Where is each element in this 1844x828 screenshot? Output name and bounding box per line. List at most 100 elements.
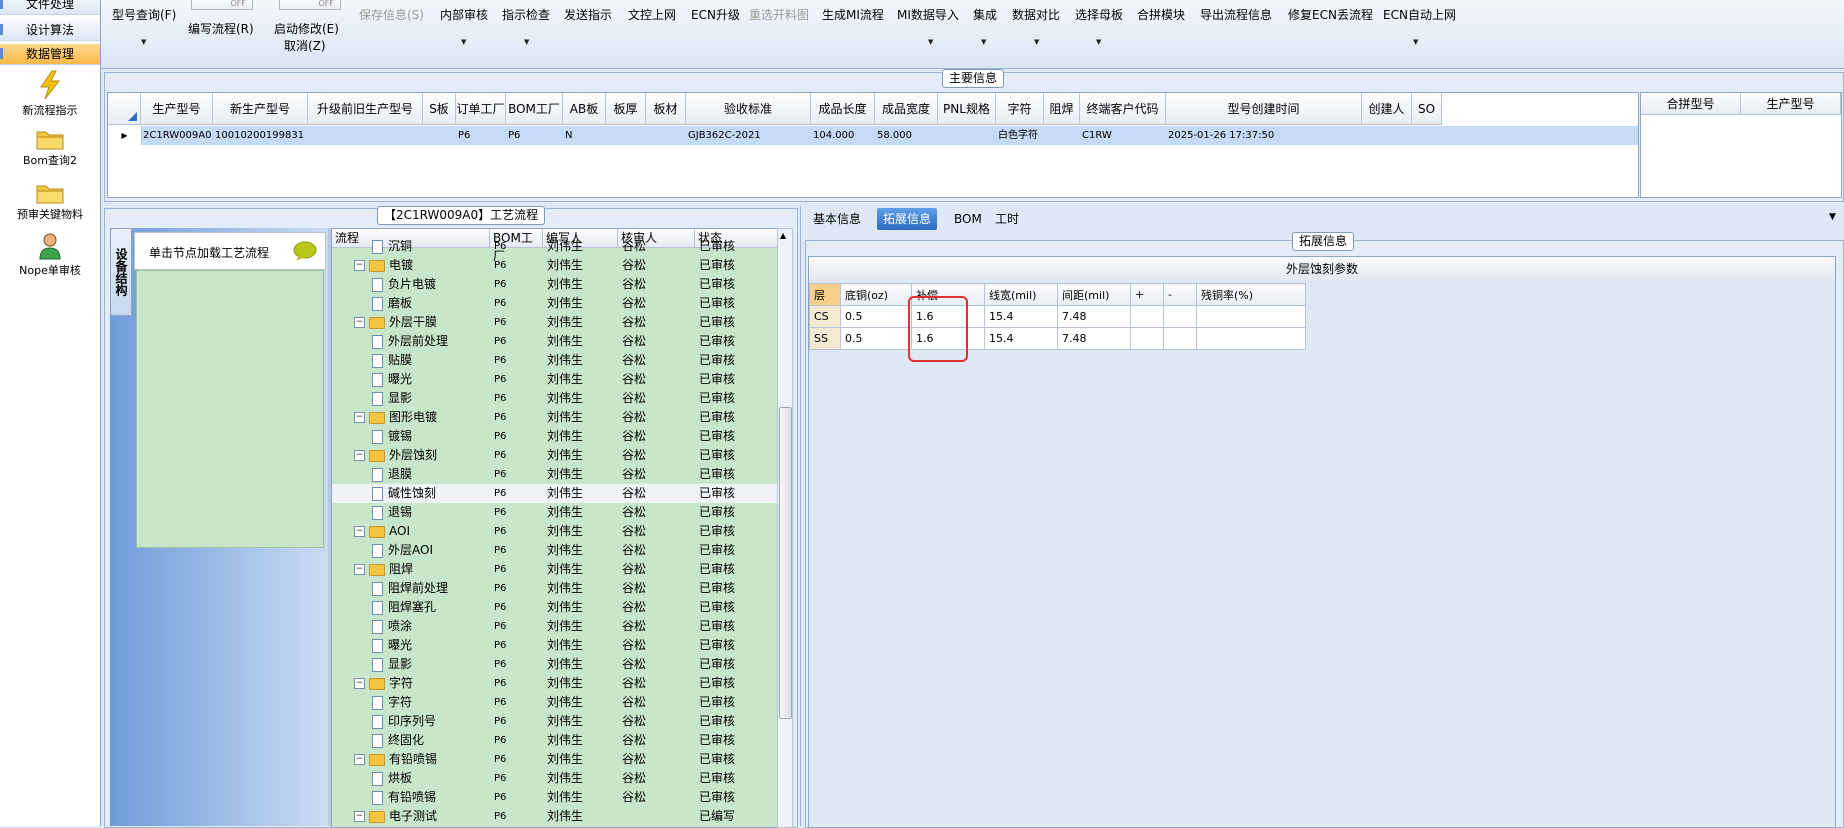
grid-column-header[interactable]: 残铜率(%): [1196, 283, 1306, 306]
reselect-cutting-button[interactable]: 重选开料图: [749, 6, 809, 23]
tree-folder-row[interactable]: − 电子测试 P6 刘伟生 已编写: [332, 807, 778, 826]
model-query-button[interactable]: 型号查询(F): [112, 6, 176, 23]
device-structure-tab[interactable]: 设备结构: [110, 228, 132, 316]
grid-column-header[interactable]: -: [1163, 283, 1197, 306]
column-header[interactable]: 阻焊: [1044, 93, 1080, 125]
chevron-down-icon[interactable]: ▼: [1413, 38, 1418, 46]
table-cell[interactable]: 58.000: [875, 126, 938, 145]
row-selector-icon[interactable]: ▶: [108, 126, 142, 145]
repair-ecn-flow-button[interactable]: 修复ECN丢流程: [1288, 6, 1373, 23]
tree-row[interactable]: 碱性蚀刻 P6 刘伟生 谷松 已审核: [332, 484, 778, 503]
tree-row[interactable]: 烘板 P6 刘伟生 谷松 已审核: [332, 769, 778, 788]
chevron-down-icon[interactable]: ▼: [928, 38, 933, 46]
tree-scrollbar[interactable]: ▲: [777, 228, 793, 828]
grid-cell[interactable]: 7.48: [1057, 305, 1131, 328]
collapse-icon[interactable]: −: [354, 678, 365, 689]
tab-0[interactable]: 基本信息: [807, 208, 867, 230]
generate-mi-flow-button[interactable]: 生成MI流程: [822, 6, 884, 23]
grid-column-header[interactable]: 底铜(oz): [840, 283, 912, 306]
tree-folder-row[interactable]: − 外层干膜 P6 刘伟生 谷松 已审核: [332, 313, 778, 332]
grid-cell[interactable]: [1130, 305, 1164, 328]
tree-row[interactable]: 印序列号 P6 刘伟生 谷松 已审核: [332, 712, 778, 731]
nav-nope-review[interactable]: Nope单审核: [0, 232, 100, 278]
ecn-upgrade-button[interactable]: ECN升级: [691, 6, 740, 23]
tree-row[interactable]: 显影 P6 刘伟生 谷松 已审核: [332, 389, 778, 408]
tree-row[interactable]: 曝光 P6 刘伟生 谷松 已审核: [332, 636, 778, 655]
grid-cell[interactable]: CS: [809, 305, 841, 328]
table-cell[interactable]: 2C1RW009A0: [141, 126, 213, 145]
column-header[interactable]: PNL规格: [938, 93, 996, 125]
doc-control-online-button[interactable]: 文控上网: [628, 6, 676, 23]
scroll-thumb[interactable]: [779, 407, 792, 719]
grid-cell[interactable]: [1196, 327, 1306, 350]
tree-row[interactable]: 终固化 P6 刘伟生 谷松 已审核: [332, 731, 778, 750]
table-row[interactable]: SS 0.5 1.6 15.4 7.48: [809, 327, 1306, 350]
merge-module-button[interactable]: 合拼模块: [1137, 6, 1185, 23]
export-flow-info-button[interactable]: 导出流程信息: [1200, 6, 1272, 23]
grid-cell[interactable]: 0.5: [840, 305, 912, 328]
grid-cell[interactable]: 0.5: [840, 327, 912, 350]
nav-new-process[interactable]: 新流程指示: [0, 70, 100, 118]
table-cell[interactable]: [606, 126, 646, 145]
tree-folder-row[interactable]: − 有铅喷锡 P6 刘伟生 谷松 已审核: [332, 750, 778, 769]
collapse-icon[interactable]: −: [354, 317, 365, 328]
chevron-down-icon[interactable]: ▼: [1829, 212, 1836, 222]
tree-row[interactable]: 显影 P6 刘伟生 谷松 已审核: [332, 655, 778, 674]
data-compare-button[interactable]: 数据对比: [1012, 6, 1060, 23]
nav-design-algorithm[interactable]: 设计算法: [0, 20, 100, 41]
tree-row[interactable]: 外层AOI P6 刘伟生 谷松 已审核: [332, 541, 778, 560]
save-info-button[interactable]: 保存信息(S): [359, 6, 424, 23]
select-mother-board-button[interactable]: 选择母板: [1075, 6, 1123, 23]
grid-cell[interactable]: 15.4: [984, 305, 1058, 328]
column-header[interactable]: 成品长度: [811, 93, 875, 125]
collapse-icon[interactable]: −: [354, 526, 365, 537]
edit-flow-button[interactable]: 编写流程(R): [188, 20, 254, 37]
column-header[interactable]: AB板: [563, 93, 606, 125]
column-header[interactable]: S板: [423, 93, 456, 125]
grid-column-header[interactable]: 线宽(mil): [984, 283, 1058, 306]
tab-1[interactable]: 拓展信息: [877, 208, 938, 230]
column-header[interactable]: 生产型号: [141, 93, 213, 125]
collapse-icon[interactable]: −: [354, 811, 365, 822]
tree-row[interactable]: 负片电镀 P6 刘伟生 谷松 已审核: [332, 275, 778, 294]
column-header[interactable]: 板厚: [606, 93, 646, 125]
scroll-up-icon[interactable]: ▲: [780, 231, 786, 240]
collapse-icon[interactable]: −: [354, 564, 365, 575]
chevron-down-icon[interactable]: ▼: [1096, 38, 1101, 46]
table-cell[interactable]: C1RW: [1080, 126, 1166, 145]
table-cell[interactable]: 104.000: [811, 126, 875, 145]
table-cell[interactable]: [423, 126, 456, 145]
start-modify-button[interactable]: 启动修改(E): [274, 20, 339, 37]
column-header[interactable]: 成品宽度: [875, 93, 938, 125]
column-header[interactable]: SO: [1412, 93, 1442, 125]
grid-cell[interactable]: [1196, 305, 1306, 328]
tree-row[interactable]: 沉铜 P6 刘伟生 谷松 已审核: [332, 237, 778, 256]
tab-3[interactable]: 工时: [989, 208, 1025, 230]
chevron-down-icon[interactable]: ▼: [461, 38, 466, 46]
grid-cell[interactable]: [1163, 327, 1197, 350]
column-header[interactable]: 字符: [996, 93, 1044, 125]
tree-folder-row[interactable]: − 字符 P6 刘伟生 谷松 已审核: [332, 674, 778, 693]
column-header[interactable]: BOM工厂: [506, 93, 563, 125]
table-cell[interactable]: P6: [506, 126, 563, 145]
table-cell[interactable]: [938, 126, 996, 145]
tree-folder-row[interactable]: − 阻焊 P6 刘伟生 谷松 已审核: [332, 560, 778, 579]
table-row[interactable]: CS 0.5 1.6 15.4 7.48: [809, 305, 1306, 328]
table-cell[interactable]: 白色字符: [996, 126, 1044, 145]
grid-cell[interactable]: [1130, 327, 1164, 350]
column-header[interactable]: 升级前旧生产型号: [308, 93, 423, 125]
tree-row[interactable]: 阻焊前处理 P6 刘伟生 谷松 已审核: [332, 579, 778, 598]
grid-cell[interactable]: [1163, 305, 1197, 328]
grid-cell[interactable]: 15.4: [984, 327, 1058, 350]
tree-folder-row[interactable]: − 外层蚀刻 P6 刘伟生 谷松 已审核: [332, 446, 778, 465]
tree-row[interactable]: 字符 P6 刘伟生 谷松 已审核: [332, 693, 778, 712]
collapse-icon[interactable]: −: [354, 754, 365, 765]
collapse-icon[interactable]: −: [354, 450, 365, 461]
column-header[interactable]: 型号创建时间: [1166, 93, 1362, 125]
start-modify-switch[interactable]: OFF: [279, 0, 341, 10]
column-header[interactable]: 创建人: [1362, 93, 1412, 125]
send-instruction-button[interactable]: 发送指示: [564, 6, 612, 23]
ecn-auto-online-button[interactable]: ECN自动上网: [1383, 6, 1456, 23]
column-header[interactable]: 订单工厂: [456, 93, 506, 125]
table-cell[interactable]: [308, 126, 423, 145]
